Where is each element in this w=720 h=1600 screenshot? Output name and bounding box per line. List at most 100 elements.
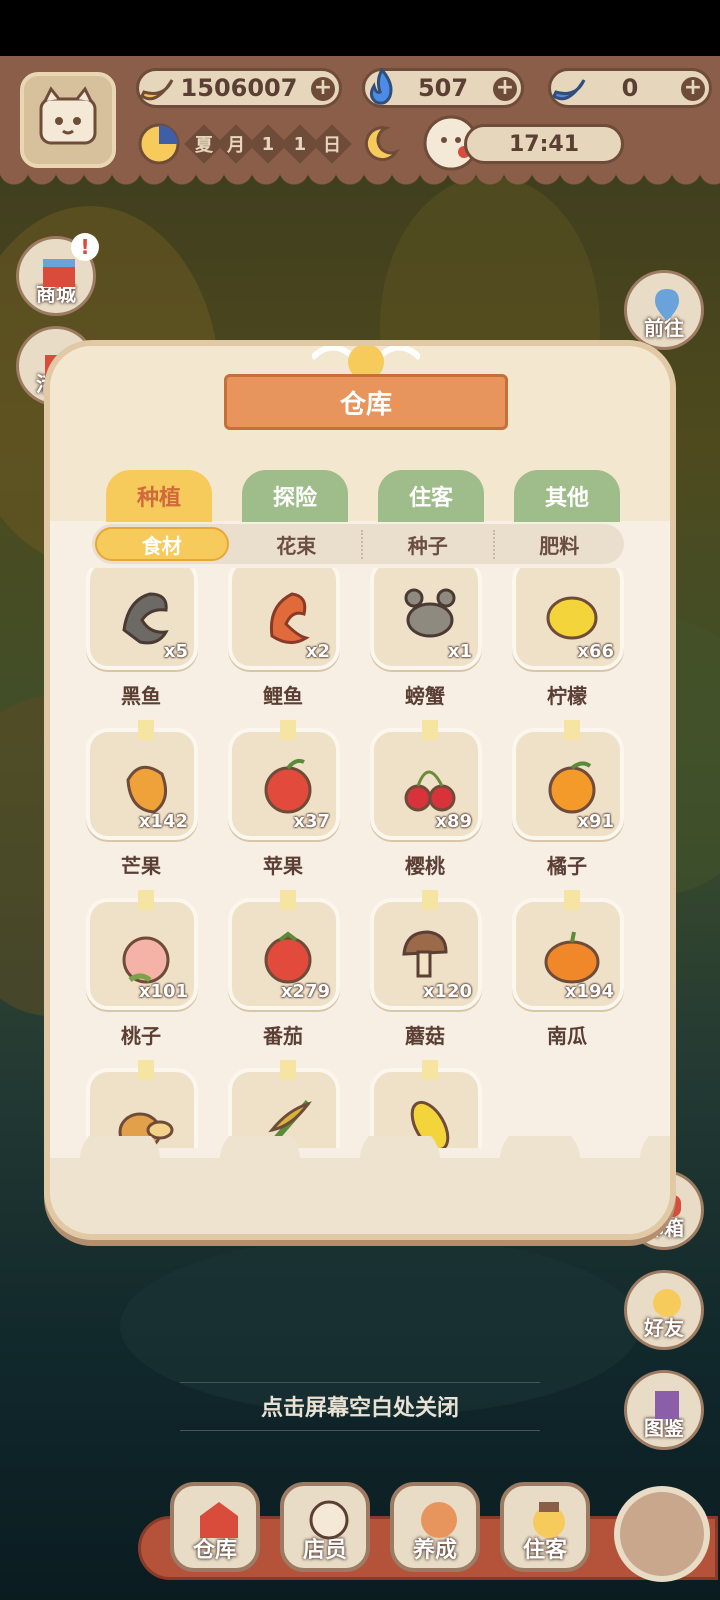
cat-face-icon — [39, 86, 97, 145]
item-cell[interactable]: x5 黑鱼 — [82, 568, 200, 714]
nav-warehouse-button[interactable]: 仓库 — [170, 1482, 260, 1572]
item-cell[interactable]: x66 柠檬 — [508, 568, 626, 714]
tab-planting[interactable]: 种植 — [106, 470, 212, 522]
date-char: 日 — [312, 124, 352, 164]
cat-raise-icon — [421, 1502, 457, 1538]
yarn-ball-button[interactable] — [614, 1486, 710, 1582]
item-name: 柠檬 — [547, 684, 587, 708]
item-tile[interactable]: x142 — [86, 720, 198, 840]
item-name: 桃子 — [121, 1024, 161, 1048]
item-count: x1 — [447, 641, 472, 662]
subcategory-tabs: 食材 花束 种子 肥料 — [92, 524, 624, 564]
season-clock-icon — [138, 123, 180, 165]
nav-raise-button[interactable]: 养成 — [390, 1482, 480, 1572]
item-name: 橘子 — [547, 854, 587, 878]
tab-guests[interactable]: 住客 — [378, 470, 484, 522]
item-name: 鲤鱼 — [263, 684, 303, 708]
item-grid-scroll[interactable]: x5 黑鱼 x2 鲤鱼 x1 螃蟹 x66 柠檬 x142 芒果 x37 苹果 x89 樱桃 x91 橘子 x1… — [82, 568, 650, 1148]
item-tile[interactable]: x66 — [512, 568, 624, 670]
blue-banana-count: 0 — [621, 74, 639, 102]
item-name: 螃蟹 — [405, 684, 445, 708]
shop-icon — [43, 259, 75, 287]
panel-footer — [50, 1136, 670, 1234]
item-tile[interactable]: x101 — [86, 890, 198, 1010]
item-cell[interactable]: x1 螃蟹 — [366, 568, 484, 714]
shop-button[interactable]: 商城 ! — [16, 233, 99, 316]
item-tile[interactable]: x5 — [86, 568, 198, 670]
item-cell[interactable]: x2 鲤鱼 — [224, 568, 342, 714]
map-pin-icon — [655, 289, 679, 321]
tape-decoration — [138, 890, 154, 910]
blue-banana-icon — [543, 63, 593, 113]
item-cell[interactable]: x91 橘子 — [508, 718, 626, 884]
tab-other[interactable]: 其他 — [514, 470, 620, 522]
barn-icon — [200, 1502, 238, 1538]
item-tile[interactable]: x2 — [228, 568, 340, 670]
item-cell[interactable]: x89 樱桃 — [366, 718, 484, 884]
cow-staff-icon — [309, 1500, 349, 1540]
subtab-bouquets[interactable]: 花束 — [232, 529, 363, 559]
goto-button[interactable]: 前往 — [624, 270, 704, 350]
flame-count: 507 — [417, 74, 469, 102]
item-cell[interactable]: x213 — [366, 1058, 484, 1148]
warehouse-panel: 仓库 种植 探险 住客 其他 食材 花束 种子 肥料 x5 黑鱼 x2 鲤鱼 x1 螃蟹 x… — [44, 340, 676, 1240]
item-name: 苹果 — [263, 854, 303, 878]
item-count: x142 — [138, 811, 188, 832]
tape-decoration — [422, 720, 438, 740]
banana-count: 1506007 — [180, 74, 298, 102]
item-cell[interactable]: x535 — [224, 1058, 342, 1148]
friends-button[interactable]: 好友 — [624, 1270, 704, 1350]
item-tile[interactable]: x194 — [512, 890, 624, 1010]
player-avatar[interactable] — [20, 72, 116, 168]
item-count: x194 — [564, 981, 614, 1002]
item-cell[interactable]: x120 蘑菇 — [366, 888, 484, 1054]
item-tile[interactable]: x279 — [228, 890, 340, 1010]
divider — [180, 1382, 540, 1383]
item-name: 芒果 — [121, 854, 161, 878]
moon-icon — [364, 126, 400, 162]
tape-decoration — [280, 1060, 296, 1080]
item-cell[interactable]: x194 南瓜 — [508, 888, 626, 1054]
item-tile[interactable]: x37 — [228, 720, 340, 840]
guest-icon — [533, 1502, 565, 1538]
divider — [180, 1430, 540, 1431]
item-tile[interactable]: x89 — [370, 720, 482, 840]
add-blue-banana-button[interactable]: + — [681, 77, 705, 101]
banana-currency: 1506007 + — [136, 68, 342, 108]
subtab-ingredients[interactable]: 食材 — [95, 527, 229, 561]
subtab-fertilizer[interactable]: 肥料 — [495, 530, 625, 559]
tape-decoration — [138, 720, 154, 740]
flame-currency: 507 + — [362, 67, 524, 108]
tab-explore[interactable]: 探险 — [242, 470, 348, 522]
panel-title: 仓库 — [187, 374, 545, 430]
add-banana-button[interactable]: + — [311, 77, 335, 101]
status-bar — [0, 0, 720, 56]
season-date: 夏 月 1 1 日 — [136, 123, 402, 165]
item-count: x279 — [280, 981, 330, 1002]
subtab-seeds[interactable]: 种子 — [363, 529, 495, 559]
item-tile[interactable]: x1 — [370, 568, 482, 670]
blue-flame-icon — [357, 63, 407, 113]
item-cell[interactable]: x101 桃子 — [82, 888, 200, 1054]
item-cell[interactable]: x311 — [82, 1058, 200, 1148]
nav-staff-button[interactable]: 店员 — [280, 1482, 370, 1572]
item-name: 番茄 — [263, 1024, 303, 1048]
banana-icon — [131, 63, 181, 113]
item-name: 黑鱼 — [121, 684, 161, 708]
blue-banana-currency: 0 + — [548, 68, 712, 108]
nav-guests-button[interactable]: 住客 — [500, 1482, 590, 1572]
item-count: x120 — [422, 981, 472, 1002]
item-tile[interactable]: x120 — [370, 890, 482, 1010]
tape-decoration — [564, 890, 580, 910]
tape-decoration — [280, 720, 296, 740]
add-flame-button[interactable]: + — [493, 77, 517, 101]
item-cell[interactable]: x142 芒果 — [82, 718, 200, 884]
item-count: x66 — [577, 641, 614, 662]
item-cell[interactable]: x37 苹果 — [224, 718, 342, 884]
item-tile[interactable]: x91 — [512, 720, 624, 840]
close-hint: 点击屏幕空白处关闭 — [260, 1396, 459, 1421]
item-count: x91 — [577, 811, 614, 832]
tape-decoration — [138, 1060, 154, 1080]
item-count: x89 — [435, 811, 472, 832]
item-cell[interactable]: x279 番茄 — [224, 888, 342, 1054]
